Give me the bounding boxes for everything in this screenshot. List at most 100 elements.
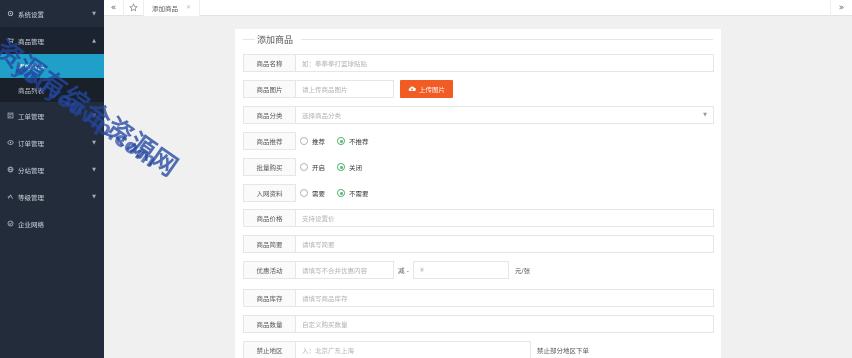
form-row-recommend: 商品推荐 推荐 不推荐 xyxy=(243,132,377,150)
product-name-input[interactable]: 如：拳拳拳打篮球贴贴 xyxy=(295,54,714,72)
close-icon[interactable]: ✕ xyxy=(186,4,191,11)
sidebar-item-label: 等级管理 xyxy=(18,193,44,202)
quantity-input[interactable]: 自定义购买数量 xyxy=(295,315,714,333)
sidebar-item-enterprise-network[interactable]: 企业网络 xyxy=(0,210,104,237)
radio-not-recommend[interactable]: 不推荐 xyxy=(337,136,369,146)
network-icon xyxy=(6,220,14,228)
radio-batch-off[interactable]: 关闭 xyxy=(337,162,362,172)
chevron-down-icon: ▼ xyxy=(92,166,96,173)
chevron-up-icon: ▲ xyxy=(92,37,96,44)
sidebar: 系统设置 ▼ 商品管理 ▲ 添加商品 商品列表 工单管理 ▼ 订单管理 ▼ 分站… xyxy=(0,0,104,358)
radio-recommend[interactable]: 推荐 xyxy=(300,136,325,146)
upload-image-button[interactable]: 上传图片 xyxy=(400,80,453,98)
form-row-name: 商品名称 如：拳拳拳打篮球贴贴 xyxy=(243,54,714,72)
radio-circle-checked xyxy=(337,163,345,171)
form-row-image: 商品图片 请上传商品图片 上传图片 xyxy=(243,80,453,98)
radio-circle xyxy=(300,137,308,145)
sidebar-subitem-product-list[interactable]: 商品列表 xyxy=(0,78,104,102)
sidebar-item-ticket-management[interactable]: 工单管理 ▼ xyxy=(0,102,104,129)
region-input[interactable]: 入：北京广东上海 xyxy=(295,341,531,358)
sidebar-item-label: 分站管理 xyxy=(18,166,44,175)
sidebar-item-system-settings[interactable]: 系统设置 ▼ xyxy=(0,0,104,27)
gear-icon xyxy=(6,10,14,18)
radio-batch-on[interactable]: 开启 xyxy=(300,162,325,172)
discount-input[interactable]: 请填写不合并优惠内容 xyxy=(295,261,394,279)
field-label: 禁止地区 xyxy=(243,341,296,358)
tab-label: 添加商品 xyxy=(152,4,178,13)
form-row-address: 入网资料 需要 不需要 xyxy=(243,184,377,202)
radio-label: 推荐 xyxy=(312,138,325,146)
sidebar-item-substation-management[interactable]: 分站管理 ▼ xyxy=(0,156,104,183)
radio-label: 需要 xyxy=(312,190,325,198)
field-label: 优惠活动 xyxy=(243,261,296,279)
cart-icon xyxy=(6,37,14,45)
field-label: 商品分类 xyxy=(243,106,296,124)
sidebar-subitem-add-product[interactable]: 添加商品 xyxy=(0,54,104,78)
globe-icon xyxy=(6,166,14,174)
cloud-upload-icon xyxy=(408,86,416,92)
form-row-stock: 商品库存 请填写商品库存 xyxy=(243,289,714,307)
form-row-price: 商品价格 支持设置价 xyxy=(243,209,714,227)
sidebar-item-label: 商品管理 xyxy=(18,37,44,46)
select-value: 选择商品分类 xyxy=(302,112,341,120)
field-label: 商品推荐 xyxy=(243,132,296,150)
chevron-down-icon: ▼ xyxy=(92,193,96,200)
form-row-limit: 商品数量 自定义购买数量 xyxy=(243,315,714,333)
radio-label: 关闭 xyxy=(349,164,362,172)
sidebar-item-product-management[interactable]: 商品管理 ▲ xyxy=(0,27,104,54)
home-icon[interactable] xyxy=(124,0,144,16)
field-label: 商品名称 xyxy=(243,54,296,72)
sidebar-submenu: 添加商品 商品列表 xyxy=(0,54,104,102)
field-label: 商品简要 xyxy=(243,235,296,253)
category-select[interactable]: 选择商品分类 ▼ xyxy=(295,106,714,124)
form-title: 添加商品 xyxy=(257,36,294,46)
radio-circle-checked xyxy=(337,137,345,145)
order-icon xyxy=(6,139,14,147)
sidebar-item-label: 工单管理 xyxy=(18,112,44,121)
field-label: 商品库存 xyxy=(243,289,296,307)
radio-label: 不需要 xyxy=(349,190,369,198)
stock-input[interactable]: 请填写商品库存 xyxy=(295,289,714,307)
fieldset-divider xyxy=(243,38,713,42)
tab-add-product[interactable]: 添加商品 ✕ xyxy=(144,0,201,16)
product-image-input[interactable]: 请上传商品图片 xyxy=(295,80,394,98)
discount-unit: 元/张 xyxy=(514,267,531,275)
discount-amount-input[interactable]: ¥ xyxy=(412,261,509,279)
radio-label: 开启 xyxy=(312,164,325,172)
form-row-discount: 优惠活动 请填写不合并优惠内容 减 - ¥ 元/张 xyxy=(243,261,534,279)
radio-address-no-need[interactable]: 不需要 xyxy=(337,188,369,198)
discount-separator: 减 - xyxy=(398,267,409,275)
field-label: 商品价格 xyxy=(243,209,296,227)
add-product-form: 添加商品 商品名称 如：拳拳拳打篮球贴贴 商品图片 请上传商品图片 上传图片 商… xyxy=(235,29,721,358)
radio-circle-checked xyxy=(337,189,345,197)
ticket-icon xyxy=(6,112,14,120)
upload-label: 上传图片 xyxy=(419,86,445,94)
chevron-down-icon: ▼ xyxy=(92,112,96,119)
sidebar-item-label: 企业网络 xyxy=(18,220,44,229)
collapse-left-icon[interactable]: « xyxy=(104,0,124,16)
form-row-batch: 批量购买 开启 关闭 xyxy=(243,158,370,176)
form-row-intro: 商品简要 请填写简要 xyxy=(243,235,714,253)
radio-address-need[interactable]: 需要 xyxy=(300,188,325,198)
sidebar-item-label: 订单管理 xyxy=(18,139,44,148)
expand-right-icon[interactable]: » xyxy=(830,0,852,16)
form-row-region: 禁止地区 入：北京广东上海 禁止部分地区下单 xyxy=(243,341,593,358)
sidebar-item-level-management[interactable]: 等级管理 ▼ xyxy=(0,183,104,210)
form-row-category: 商品分类 选择商品分类 ▼ xyxy=(243,106,714,124)
region-note: 禁止部分地区下单 xyxy=(537,347,589,355)
radio-label: 不推荐 xyxy=(349,138,369,146)
field-label: 批量购买 xyxy=(243,158,296,176)
field-label: 商品图片 xyxy=(243,80,296,98)
field-label: 入网资料 xyxy=(243,184,296,202)
tab-bar: « 添加商品 ✕ » xyxy=(104,0,852,16)
sidebar-item-label: 系统设置 xyxy=(18,10,44,19)
chevron-down-icon: ▼ xyxy=(92,10,96,17)
chevron-down-icon: ▼ xyxy=(703,112,707,118)
radio-circle xyxy=(300,189,308,197)
chevron-down-icon: ▼ xyxy=(92,139,96,146)
sidebar-item-order-management[interactable]: 订单管理 ▼ xyxy=(0,129,104,156)
field-label: 商品数量 xyxy=(243,315,296,333)
price-input[interactable]: 支持设置价 xyxy=(295,209,714,227)
level-icon xyxy=(6,193,14,201)
intro-input[interactable]: 请填写简要 xyxy=(295,235,714,253)
